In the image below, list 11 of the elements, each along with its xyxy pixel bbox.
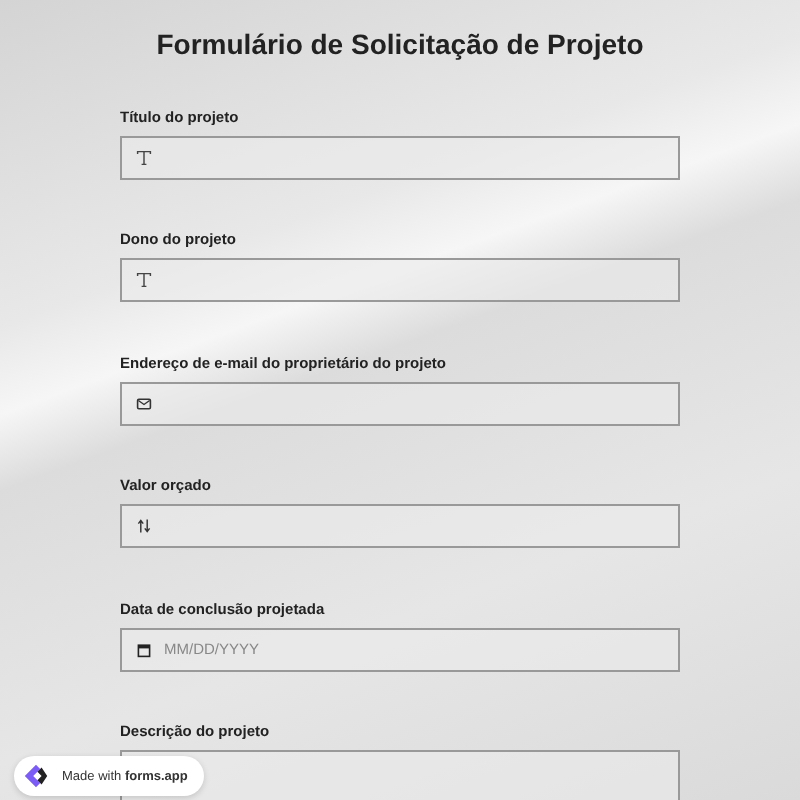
text-type-icon xyxy=(136,272,152,288)
envelope-icon xyxy=(136,395,152,411)
text-type-icon xyxy=(136,149,152,165)
input-field[interactable] xyxy=(120,504,680,548)
input-field[interactable] xyxy=(120,258,680,302)
calendar-icon xyxy=(136,641,152,657)
form-title: Formulário de Solicitação de Projeto xyxy=(154,28,646,62)
sort-arrows-icon xyxy=(136,518,152,534)
input-field[interactable] xyxy=(120,135,680,179)
logo-icon xyxy=(22,762,50,790)
input-field[interactable] xyxy=(120,381,680,425)
